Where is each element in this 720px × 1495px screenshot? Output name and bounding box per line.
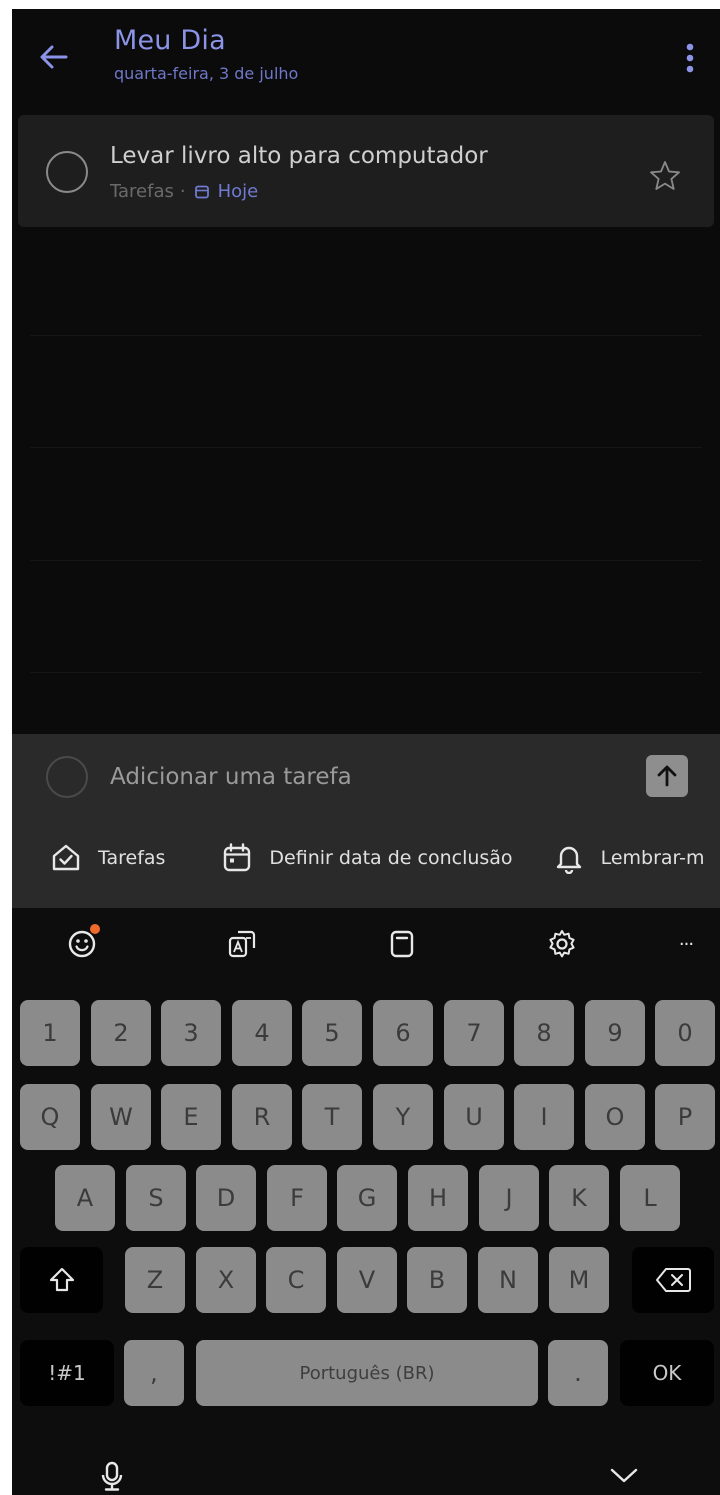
key-d[interactable]: D [196, 1165, 256, 1231]
page-subtitle: quarta-feira, 3 de julho [114, 64, 299, 83]
key-c[interactable]: C [266, 1247, 326, 1313]
keyboard-toolbar: ··· [12, 922, 720, 966]
add-task-circle [46, 756, 88, 798]
arrow-up-icon [657, 765, 677, 787]
task-title: Levar livro alto para computador [110, 143, 488, 169]
list-divider [30, 447, 702, 448]
key-q[interactable]: Q [20, 1084, 80, 1150]
key-4[interactable]: 4 [232, 1000, 292, 1066]
list-divider [30, 672, 702, 673]
key-z[interactable]: Z [125, 1247, 185, 1313]
more-horizontal-icon[interactable]: ··· [664, 922, 708, 966]
star-outline-icon[interactable] [648, 159, 682, 193]
key-i[interactable]: I [514, 1084, 574, 1150]
key-1[interactable]: 1 [20, 1000, 80, 1066]
key-0[interactable]: 0 [655, 1000, 715, 1066]
key-y[interactable]: Y [373, 1084, 433, 1150]
house-check-icon [52, 844, 80, 871]
page-title: Meu Dia [114, 25, 226, 56]
key-9[interactable]: 9 [585, 1000, 645, 1066]
more-vertical-icon[interactable] [678, 41, 702, 77]
chip-reminder-label: Lembrar-m [600, 847, 705, 869]
task-list-name: Tarefas [110, 181, 174, 202]
microphone-icon [101, 1461, 123, 1491]
key-6[interactable]: 6 [373, 1000, 433, 1066]
key-2[interactable]: 2 [91, 1000, 151, 1066]
list-divider [30, 335, 702, 336]
list-divider [30, 560, 702, 561]
voice-input-button[interactable] [92, 1456, 132, 1495]
key-l[interactable]: L [620, 1165, 680, 1231]
key-v[interactable]: V [337, 1247, 397, 1313]
key-x[interactable]: X [196, 1247, 256, 1313]
task-complete-checkbox[interactable] [46, 151, 88, 193]
task-meta: Tarefas · Hoje [110, 181, 258, 202]
notification-badge [90, 924, 100, 934]
task-due-date: Hoje [217, 181, 259, 202]
meta-separator: · [179, 181, 186, 202]
task-options-bar: Tarefas Definir data de conclusão Lembra… [12, 832, 720, 884]
key-s[interactable]: S [126, 1165, 186, 1231]
period-key[interactable]: . [548, 1340, 608, 1406]
chip-due-date-label: Definir data de conclusão [269, 847, 513, 869]
key-m[interactable]: M [549, 1247, 609, 1313]
key-j[interactable]: J [479, 1165, 539, 1231]
symbols-key[interactable]: !#1 [20, 1340, 114, 1406]
arrow-left-icon[interactable] [36, 39, 72, 75]
bell-icon [556, 846, 581, 874]
gear-icon [549, 930, 575, 958]
key-e[interactable]: E [161, 1084, 221, 1150]
key-b[interactable]: B [407, 1247, 467, 1313]
comma-key[interactable]: , [124, 1340, 184, 1406]
key-5[interactable]: 5 [302, 1000, 362, 1066]
add-task-panel: Tarefas Definir data de conclusão Lembra… [12, 734, 720, 908]
chip-reminder[interactable]: Lembrar-m [553, 842, 705, 874]
keyboard: ··· 1234567890 QWERTYUIOP ASDFGHJKL ZXCVBNM… [12, 908, 720, 1495]
key-p[interactable]: P [655, 1084, 715, 1150]
key-f[interactable]: F [267, 1165, 327, 1231]
chip-list[interactable]: Tarefas [50, 842, 165, 874]
screen: Meu Dia quarta-feira, 3 de julho Levar l… [12, 9, 720, 1495]
key-7[interactable]: 7 [444, 1000, 504, 1066]
key-t[interactable]: T [302, 1084, 362, 1150]
shift-icon [49, 1267, 74, 1292]
key-u[interactable]: U [444, 1084, 504, 1150]
key-n[interactable]: N [478, 1247, 538, 1313]
chip-due-date[interactable]: Definir data de conclusão [221, 842, 513, 874]
space-key[interactable]: Português (BR) [196, 1340, 538, 1406]
clipboard-icon [390, 930, 414, 958]
key-a[interactable]: A [55, 1165, 115, 1231]
key-g[interactable]: G [337, 1165, 397, 1231]
send-button[interactable] [646, 755, 688, 797]
emoji-button[interactable] [60, 922, 104, 966]
key-8[interactable]: 8 [514, 1000, 574, 1066]
add-task-input[interactable] [110, 756, 590, 798]
chevron-down-icon [610, 1468, 638, 1483]
key-r[interactable]: R [232, 1084, 292, 1150]
chip-list-label: Tarefas [98, 847, 166, 869]
ok-key[interactable]: OK [620, 1340, 714, 1406]
key-3[interactable]: 3 [161, 1000, 221, 1066]
task-item[interactable]: Levar livro alto para computador Tarefas… [18, 115, 714, 227]
app-header: Meu Dia quarta-feira, 3 de julho [12, 9, 720, 105]
backspace-key[interactable] [632, 1247, 714, 1313]
backspace-icon [656, 1268, 691, 1292]
keyboard-settings-button[interactable] [540, 922, 584, 966]
calendar-icon [224, 843, 251, 872]
key-o[interactable]: O [585, 1084, 645, 1150]
clipboard-button[interactable] [380, 922, 424, 966]
translate-icon [228, 930, 256, 958]
key-w[interactable]: W [91, 1084, 151, 1150]
calendar-icon [194, 185, 209, 198]
key-k[interactable]: K [549, 1165, 609, 1231]
shift-key[interactable] [20, 1247, 103, 1313]
translate-button[interactable] [220, 922, 264, 966]
key-h[interactable]: H [408, 1165, 468, 1231]
hide-keyboard-button[interactable] [604, 1456, 644, 1495]
